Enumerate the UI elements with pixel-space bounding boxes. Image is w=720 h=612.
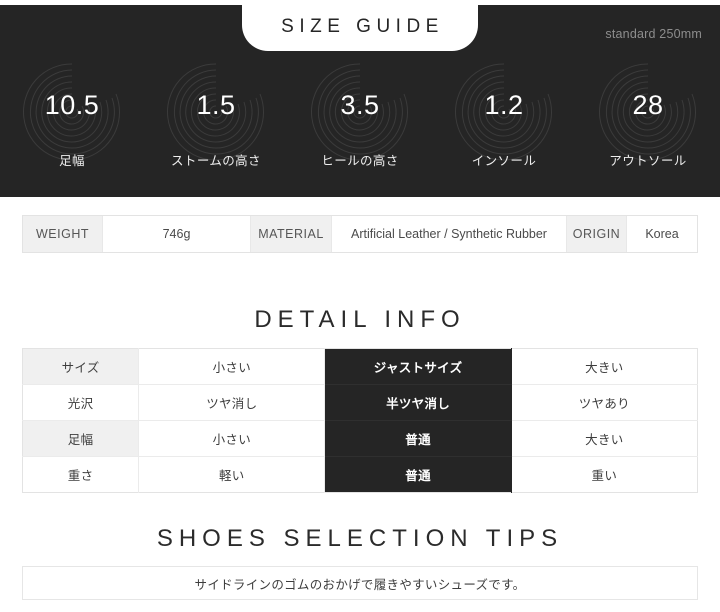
detail-option-cell[interactable]: 大きい xyxy=(511,420,698,457)
metric-heel-height: 3.5 ヒールの高さ xyxy=(288,57,432,197)
metric-storm-height: 1.5 ストームの高さ xyxy=(144,57,288,197)
detail-option-cell[interactable]: 小さい xyxy=(138,348,326,385)
metric-label: アウトソール xyxy=(609,154,687,168)
metric-foot-width: 10.5 足幅 xyxy=(0,57,144,197)
spec-weight-value: 746g xyxy=(103,216,251,252)
detail-option-cell-selected[interactable]: 普通 xyxy=(324,420,512,457)
detail-option-cell[interactable]: ツヤあり xyxy=(511,384,698,421)
shoes-selection-tips-title: SHOES SELECTION TIPS xyxy=(156,525,564,552)
detail-option-cell-selected[interactable]: ジャストサイズ xyxy=(324,348,512,385)
metric-value: 1.2 xyxy=(484,90,524,120)
size-guide-tab: SIZE GUIDE xyxy=(242,5,478,51)
detail-info-table: サイズ 小さい ジャストサイズ 大きい 光沢 ツヤ消し 半ツヤ消し ツヤあり 足… xyxy=(22,348,698,493)
metrics-row: 10.5 足幅 1.5 ストームの高さ 3.5 ヒールの高さ 1.2 インソール… xyxy=(0,57,720,197)
detail-option-cell[interactable]: 大きい xyxy=(511,348,698,385)
metric-value: 3.5 xyxy=(340,90,380,120)
metric-insole: 1.2 インソール xyxy=(432,57,576,197)
detail-option-cell[interactable]: 重い xyxy=(511,457,697,493)
metric-label: ストームの高さ xyxy=(171,154,261,168)
table-row: 重さ 軽い 普通 重い xyxy=(22,456,698,493)
size-guide-panel: SIZE GUIDE standard 250mm 10.5 足幅 1.5 スト… xyxy=(0,5,720,197)
metric-value: 10.5 xyxy=(44,90,100,120)
size-guide-page: SIZE GUIDE standard 250mm 10.5 足幅 1.5 スト… xyxy=(0,0,720,612)
detail-row-label: サイズ xyxy=(22,348,140,385)
metric-outsole: 28 アウトソール xyxy=(576,57,720,197)
spec-origin-value: Korea xyxy=(645,227,679,241)
table-row: サイズ 小さい ジャストサイズ 大きい xyxy=(22,348,698,385)
detail-row-label: 光沢 xyxy=(22,384,140,421)
metric-label: インソール xyxy=(471,154,537,168)
detail-option-cell[interactable]: 小さい xyxy=(138,420,326,457)
detail-row-label: 重さ xyxy=(22,456,140,493)
table-row: 足幅 小さい 普通 大きい xyxy=(22,420,698,457)
spec-origin-label: ORIGIN xyxy=(567,216,627,252)
detail-row-label: 足幅 xyxy=(22,420,140,457)
shoes-selection-tips-text: サイドラインのゴムのおかげで履きやすいシューズです。 xyxy=(194,577,526,592)
standard-size-note: standard 250mm xyxy=(605,27,702,41)
metric-label: ヒールの高さ xyxy=(321,154,399,168)
detail-info-title: DETAIL INFO xyxy=(254,306,466,333)
detail-option-cell[interactable]: ツヤ消し xyxy=(138,384,326,421)
shoes-selection-tips-box: サイドラインのゴムのおかげで履きやすいシューズです。 xyxy=(22,566,698,600)
detail-option-cell-selected[interactable]: 半ツヤ消し xyxy=(324,384,512,421)
metric-label: 足幅 xyxy=(59,154,85,168)
spec-weight-label: WEIGHT xyxy=(23,216,103,252)
detail-option-cell[interactable]: 軽い xyxy=(138,456,326,493)
spec-material-value: Artificial Leather / Synthetic Rubber xyxy=(332,216,567,252)
metric-value: 28 xyxy=(632,90,664,120)
metric-value: 1.5 xyxy=(196,90,236,120)
size-guide-tab-label: SIZE GUIDE xyxy=(281,16,444,37)
table-row: 光沢 ツヤ消し 半ツヤ消し ツヤあり xyxy=(22,384,698,421)
spec-material-label: MATERIAL xyxy=(251,216,332,252)
spec-table: WEIGHT 746g MATERIAL Artificial Leather … xyxy=(22,215,698,253)
detail-option-cell-selected[interactable]: 普通 xyxy=(324,456,512,493)
